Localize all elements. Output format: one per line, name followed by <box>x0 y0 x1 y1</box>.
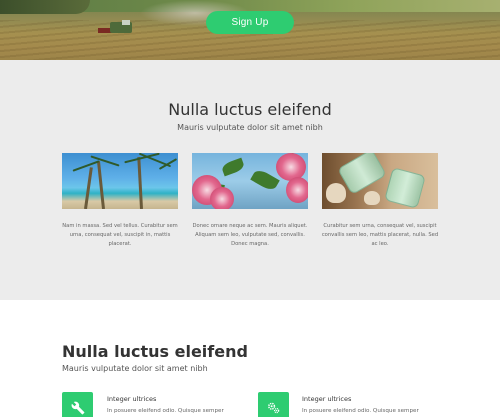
wrench-icon <box>62 392 93 417</box>
beach-palm-image <box>62 153 178 209</box>
card-text-2: Donec ornare neque ac sem. Mauris alique… <box>192 223 308 247</box>
section-title-2: Nulla luctus eleifend <box>62 342 248 361</box>
card-text-1: Nam in massa. Sed vel tellus. Curabitur … <box>62 223 178 247</box>
gears-icon <box>258 392 289 417</box>
feature-desc-1: In posuere eleifend odio. Quisque semper <box>107 408 224 414</box>
tree-line <box>0 0 90 14</box>
signup-button[interactable]: Sign Up <box>206 11 294 34</box>
feature-desc-2: In posuere eleifend odio. Quisque semper <box>302 408 419 414</box>
harvester-image <box>98 20 142 36</box>
section-title: Nulla luctus eleifend <box>168 100 332 119</box>
glass-jars-image <box>322 153 438 209</box>
feature-title-2: Integer ultrices <box>302 395 352 403</box>
feature-title-1: Integer ultrices <box>107 395 157 403</box>
section-subtitle-2: Mauris vulputate dolor sit amet nibh <box>62 364 208 373</box>
card-text-3: Curabitur sem urna, consequat vel, susci… <box>321 223 439 247</box>
pink-flowers-image <box>192 153 308 209</box>
section-subtitle: Mauris vulputate dolor sit amet nibh <box>177 123 323 132</box>
